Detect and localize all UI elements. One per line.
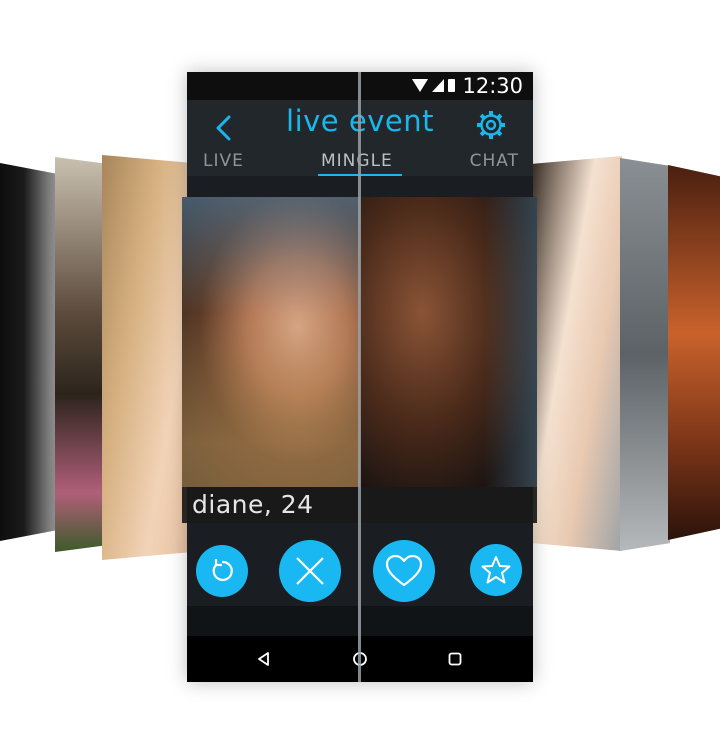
close-icon (296, 557, 324, 585)
comparison-divider (358, 72, 361, 682)
signal-icon (432, 79, 444, 92)
pass-button[interactable] (279, 540, 341, 602)
like-button[interactable] (373, 540, 435, 602)
status-icons (412, 79, 455, 92)
superlike-button[interactable] (470, 544, 522, 596)
carousel-card-far-right (668, 165, 720, 540)
battery-icon (448, 79, 455, 92)
profile-name-age: diane, 24 (192, 490, 314, 519)
carousel-card-far-left (0, 163, 60, 541)
system-recents-button[interactable] (440, 644, 470, 674)
system-back-button[interactable] (249, 644, 279, 674)
tab-mingle[interactable]: MINGLE (321, 151, 393, 171)
carousel-card-right-2 (620, 158, 670, 551)
tab-chat[interactable]: CHAT (470, 151, 519, 171)
gear-icon[interactable] (475, 109, 507, 141)
star-icon (481, 556, 511, 584)
wifi-icon (412, 79, 428, 92)
undo-button[interactable] (196, 545, 248, 597)
heart-icon (385, 554, 423, 587)
undo-icon (212, 559, 233, 582)
profile-photo-man (360, 197, 537, 487)
status-time: 12:30 (462, 74, 523, 98)
tab-live[interactable]: LIVE (203, 151, 244, 171)
profile-photo-woman (182, 197, 360, 487)
carousel-card-right-1 (532, 156, 622, 551)
triangle-back-icon (258, 652, 269, 666)
carousel-card-left-1 (102, 155, 194, 560)
square-recents-icon (448, 652, 462, 666)
